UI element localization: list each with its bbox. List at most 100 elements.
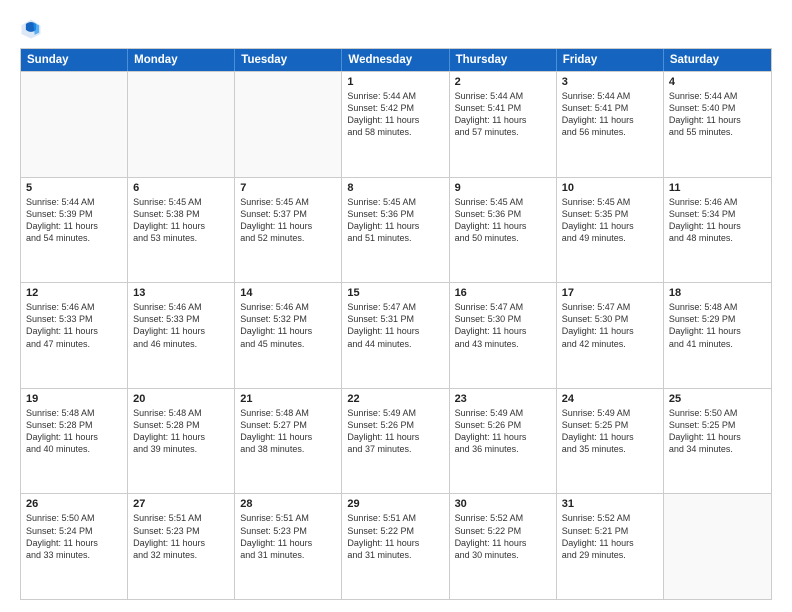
day-cell-24: 24Sunrise: 5:49 AM Sunset: 5:25 PM Dayli… [557, 389, 664, 494]
week-row-1: 5 Sunrise: 5:44 AM Sunset: 5:39 PM Daylig… [21, 177, 771, 283]
day-header-wednesday: Wednesday [342, 49, 449, 71]
week-row-4: 26 Sunrise: 5:50 AM Sunset: 5:24 PM Dayli… [21, 493, 771, 599]
day-cell-30: 30Sunrise: 5:52 AM Sunset: 5:22 PM Dayli… [450, 494, 557, 599]
day-info: Sunrise: 5:44 AM Sunset: 5:41 PM Dayligh… [455, 90, 551, 139]
day-info: Sunrise: 5:48 AM Sunset: 5:27 PM Dayligh… [240, 407, 336, 456]
day-info: Sunrise: 5:52 AM Sunset: 5:21 PM Dayligh… [562, 512, 658, 561]
day-number: 22 [347, 393, 443, 405]
calendar: SundayMondayTuesdayWednesdayThursdayFrid… [20, 48, 772, 600]
day-cell-4: 4 Sunrise: 5:44 AM Sunset: 5:40 PM Daylig… [664, 72, 771, 177]
day-info: Sunrise: 5:47 AM Sunset: 5:30 PM Dayligh… [455, 301, 551, 350]
day-info: Sunrise: 5:48 AM Sunset: 5:29 PM Dayligh… [669, 301, 766, 350]
day-cell-1: 1Sunrise: 5:44 AM Sunset: 5:42 PM Daylig… [342, 72, 449, 177]
day-cell-23: 23Sunrise: 5:49 AM Sunset: 5:26 PM Dayli… [450, 389, 557, 494]
day-info: Sunrise: 5:47 AM Sunset: 5:31 PM Dayligh… [347, 301, 443, 350]
day-number: 2 [455, 76, 551, 88]
day-info: Sunrise: 5:44 AM Sunset: 5:41 PM Dayligh… [562, 90, 658, 139]
day-number: 25 [669, 393, 766, 405]
day-header-saturday: Saturday [664, 49, 771, 71]
logo-icon [20, 18, 42, 40]
day-number: 15 [347, 287, 443, 299]
day-cell-6: 6 Sunrise: 5:45 AM Sunset: 5:38 PM Daylig… [128, 178, 235, 283]
day-info: Sunrise: 5:50 AM Sunset: 5:25 PM Dayligh… [669, 407, 766, 456]
day-cell-15: 15 Sunrise: 5:47 AM Sunset: 5:31 PM Dayli… [342, 283, 449, 388]
day-number: 13 [133, 287, 229, 299]
day-cell-9: 9Sunrise: 5:45 AM Sunset: 5:36 PM Daylig… [450, 178, 557, 283]
day-info: Sunrise: 5:51 AM Sunset: 5:22 PM Dayligh… [347, 512, 443, 561]
day-number: 20 [133, 393, 229, 405]
day-info: Sunrise: 5:51 AM Sunset: 5:23 PM Dayligh… [133, 512, 229, 561]
day-cell-28: 28 Sunrise: 5:51 AM Sunset: 5:23 PM Dayli… [235, 494, 342, 599]
day-cell-14: 14 Sunrise: 5:46 AM Sunset: 5:32 PM Dayli… [235, 283, 342, 388]
day-info: Sunrise: 5:48 AM Sunset: 5:28 PM Dayligh… [26, 407, 122, 456]
day-cell-7: 7 Sunrise: 5:45 AM Sunset: 5:37 PM Daylig… [235, 178, 342, 283]
day-cell-11: 11 Sunrise: 5:46 AM Sunset: 5:34 PM Dayli… [664, 178, 771, 283]
calendar-body: 1Sunrise: 5:44 AM Sunset: 5:42 PM Daylig… [21, 71, 771, 599]
day-info: Sunrise: 5:44 AM Sunset: 5:40 PM Dayligh… [669, 90, 766, 139]
day-cell-19: 19Sunrise: 5:48 AM Sunset: 5:28 PM Dayli… [21, 389, 128, 494]
day-info: Sunrise: 5:47 AM Sunset: 5:30 PM Dayligh… [562, 301, 658, 350]
day-header-monday: Monday [128, 49, 235, 71]
day-info: Sunrise: 5:46 AM Sunset: 5:33 PM Dayligh… [133, 301, 229, 350]
day-info: Sunrise: 5:48 AM Sunset: 5:28 PM Dayligh… [133, 407, 229, 456]
day-info: Sunrise: 5:49 AM Sunset: 5:26 PM Dayligh… [347, 407, 443, 456]
logo [20, 18, 46, 40]
day-number: 3 [562, 76, 658, 88]
day-info: Sunrise: 5:45 AM Sunset: 5:35 PM Dayligh… [562, 196, 658, 245]
day-number: 31 [562, 498, 658, 510]
week-row-0: 1Sunrise: 5:44 AM Sunset: 5:42 PM Daylig… [21, 71, 771, 177]
day-cell-8: 8Sunrise: 5:45 AM Sunset: 5:36 PM Daylig… [342, 178, 449, 283]
day-number: 18 [669, 287, 766, 299]
day-number: 6 [133, 182, 229, 194]
day-cell-20: 20 Sunrise: 5:48 AM Sunset: 5:28 PM Dayli… [128, 389, 235, 494]
day-info: Sunrise: 5:45 AM Sunset: 5:37 PM Dayligh… [240, 196, 336, 245]
day-header-tuesday: Tuesday [235, 49, 342, 71]
day-header-sunday: Sunday [21, 49, 128, 71]
day-cell-10: 10 Sunrise: 5:45 AM Sunset: 5:35 PM Dayli… [557, 178, 664, 283]
day-info: Sunrise: 5:44 AM Sunset: 5:39 PM Dayligh… [26, 196, 122, 245]
day-cell-26: 26 Sunrise: 5:50 AM Sunset: 5:24 PM Dayli… [21, 494, 128, 599]
day-info: Sunrise: 5:45 AM Sunset: 5:36 PM Dayligh… [455, 196, 551, 245]
day-number: 1 [347, 76, 443, 88]
day-cell-16: 16 Sunrise: 5:47 AM Sunset: 5:30 PM Dayli… [450, 283, 557, 388]
day-cell-12: 12 Sunrise: 5:46 AM Sunset: 5:33 PM Dayli… [21, 283, 128, 388]
day-cell-2: 2 Sunrise: 5:44 AM Sunset: 5:41 PM Daylig… [450, 72, 557, 177]
day-number: 17 [562, 287, 658, 299]
day-cell-21: 21 Sunrise: 5:48 AM Sunset: 5:27 PM Dayli… [235, 389, 342, 494]
day-header-thursday: Thursday [450, 49, 557, 71]
day-number: 14 [240, 287, 336, 299]
day-info: Sunrise: 5:46 AM Sunset: 5:33 PM Dayligh… [26, 301, 122, 350]
day-number: 12 [26, 287, 122, 299]
day-number: 30 [455, 498, 551, 510]
empty-cell [21, 72, 128, 177]
empty-cell [128, 72, 235, 177]
page: SundayMondayTuesdayWednesdayThursdayFrid… [0, 0, 792, 612]
day-cell-27: 27Sunrise: 5:51 AM Sunset: 5:23 PM Dayli… [128, 494, 235, 599]
day-cell-31: 31 Sunrise: 5:52 AM Sunset: 5:21 PM Dayli… [557, 494, 664, 599]
day-cell-18: 18 Sunrise: 5:48 AM Sunset: 5:29 PM Dayli… [664, 283, 771, 388]
day-cell-29: 29 Sunrise: 5:51 AM Sunset: 5:22 PM Dayli… [342, 494, 449, 599]
day-number: 28 [240, 498, 336, 510]
day-info: Sunrise: 5:51 AM Sunset: 5:23 PM Dayligh… [240, 512, 336, 561]
day-cell-17: 17 Sunrise: 5:47 AM Sunset: 5:30 PM Dayli… [557, 283, 664, 388]
day-cell-22: 22 Sunrise: 5:49 AM Sunset: 5:26 PM Dayli… [342, 389, 449, 494]
day-number: 10 [562, 182, 658, 194]
header [20, 18, 772, 40]
day-number: 4 [669, 76, 766, 88]
day-info: Sunrise: 5:49 AM Sunset: 5:25 PM Dayligh… [562, 407, 658, 456]
week-row-3: 19Sunrise: 5:48 AM Sunset: 5:28 PM Dayli… [21, 388, 771, 494]
day-number: 21 [240, 393, 336, 405]
day-info: Sunrise: 5:46 AM Sunset: 5:32 PM Dayligh… [240, 301, 336, 350]
day-header-friday: Friday [557, 49, 664, 71]
empty-cell [235, 72, 342, 177]
day-number: 7 [240, 182, 336, 194]
day-number: 5 [26, 182, 122, 194]
day-number: 26 [26, 498, 122, 510]
day-info: Sunrise: 5:50 AM Sunset: 5:24 PM Dayligh… [26, 512, 122, 561]
day-cell-5: 5 Sunrise: 5:44 AM Sunset: 5:39 PM Daylig… [21, 178, 128, 283]
day-number: 16 [455, 287, 551, 299]
day-info: Sunrise: 5:46 AM Sunset: 5:34 PM Dayligh… [669, 196, 766, 245]
day-number: 11 [669, 182, 766, 194]
day-info: Sunrise: 5:45 AM Sunset: 5:38 PM Dayligh… [133, 196, 229, 245]
day-number: 29 [347, 498, 443, 510]
